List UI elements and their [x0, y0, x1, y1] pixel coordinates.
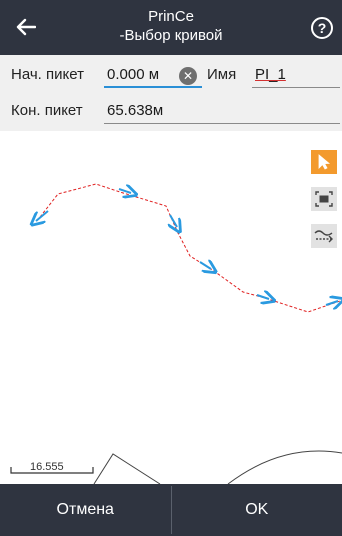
- end-station-value: 65.638м: [107, 102, 164, 119]
- scale-label: 16.555: [30, 461, 64, 473]
- ok-button[interactable]: OK: [172, 484, 342, 536]
- station-form: Нач. пикет 0.000 м ✕ Имя PI_1 Кон. пикет…: [0, 55, 342, 131]
- end-station-label: Кон. пикет: [11, 102, 83, 119]
- title-block: PrinCe -Выбор кривой: [70, 7, 272, 45]
- name-value: PI_1: [255, 66, 286, 83]
- background-polyline: [93, 453, 161, 484]
- clear-icon[interactable]: ✕: [179, 67, 197, 85]
- name-input[interactable]: PI_1: [252, 62, 340, 88]
- curve-select-icon: [314, 230, 333, 243]
- end-station-row: Кон. пикет 65.638м: [0, 95, 342, 127]
- app-bar: PrinCe -Выбор кривой ?: [0, 0, 342, 55]
- map-canvas[interactable]: 16.555: [0, 131, 342, 484]
- help-button[interactable]: ?: [311, 17, 333, 39]
- end-station-input[interactable]: 65.638м: [104, 98, 340, 124]
- cancel-button[interactable]: Отмена: [0, 484, 171, 536]
- curve-select-button[interactable]: [311, 224, 337, 248]
- help-icon: ?: [317, 20, 327, 36]
- back-button[interactable]: [12, 13, 40, 41]
- direction-arrow-icon: [325, 301, 338, 305]
- app-title: PrinCe: [148, 8, 194, 25]
- bottom-action-bar: Отмена OK: [0, 484, 342, 536]
- direction-arrow-icon: [256, 295, 269, 299]
- select-tool-button[interactable]: [311, 150, 337, 174]
- start-station-row: Нач. пикет 0.000 м ✕ Имя PI_1: [0, 59, 342, 91]
- select-arrow-icon: [318, 154, 331, 170]
- direction-arrow-icon: [36, 210, 49, 221]
- start-station-label: Нач. пикет: [11, 66, 84, 83]
- start-station-value: 0.000: [107, 66, 145, 83]
- direction-arrow-icon: [118, 189, 131, 193]
- background-arc: [227, 450, 342, 484]
- route-polyline[interactable]: [39, 183, 341, 313]
- screen-subtitle: -Выбор кривой: [119, 27, 223, 44]
- direction-arrow-icon: [199, 262, 211, 269]
- zoom-extent-icon: [315, 191, 333, 207]
- name-label: Имя: [207, 66, 237, 83]
- arrow-left-icon: [16, 18, 36, 36]
- start-station-unit: м: [148, 66, 160, 83]
- zoom-extent-button[interactable]: [311, 187, 337, 211]
- map-drawing: [0, 183, 342, 484]
- direction-arrow-icon: [170, 214, 177, 227]
